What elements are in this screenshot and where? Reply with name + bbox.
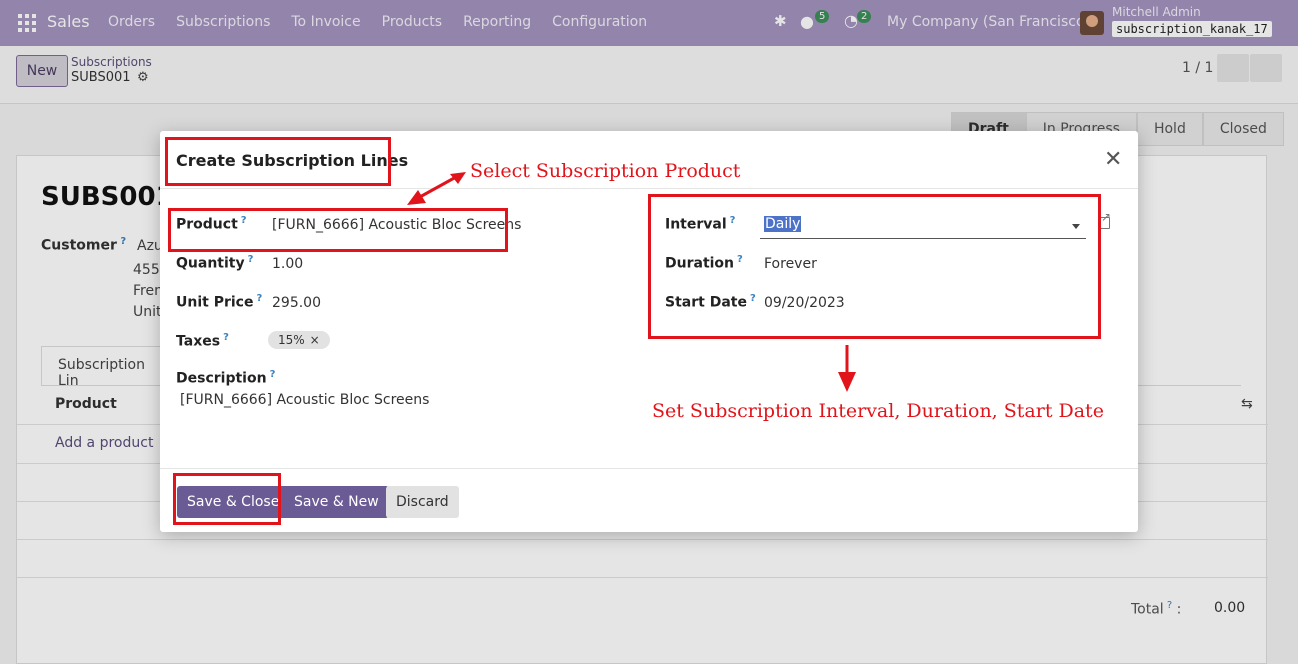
- quantity-field[interactable]: 1.00: [272, 256, 303, 272]
- description-label: Description?: [176, 369, 276, 387]
- unit-price-label: Unit Price?: [176, 293, 263, 311]
- close-icon[interactable]: ✕: [1104, 149, 1122, 171]
- annotation-box-interval: [648, 194, 1101, 339]
- save-new-button[interactable]: Save & New: [284, 486, 389, 518]
- dialog-footer: Save & Close Save & New Discard: [160, 468, 1138, 532]
- remove-tag-icon[interactable]: ×: [310, 333, 320, 347]
- discard-button[interactable]: Discard: [386, 486, 459, 518]
- annotation-box-title: [165, 137, 391, 186]
- description-field[interactable]: [FURN_6666] Acoustic Bloc Screens: [180, 392, 429, 408]
- unit-price-field[interactable]: 295.00: [272, 295, 321, 311]
- annotation-box-save: [173, 473, 281, 525]
- annotation-set-interval: Set Subscription Interval, Duration, Sta…: [652, 400, 1104, 422]
- quantity-label: Quantity?: [176, 254, 254, 272]
- annotation-select-product: Select Subscription Product: [470, 160, 741, 182]
- annotation-box-product: [168, 208, 508, 252]
- tax-tag[interactable]: 15% ×: [268, 331, 330, 349]
- taxes-label: Taxes?: [176, 332, 229, 350]
